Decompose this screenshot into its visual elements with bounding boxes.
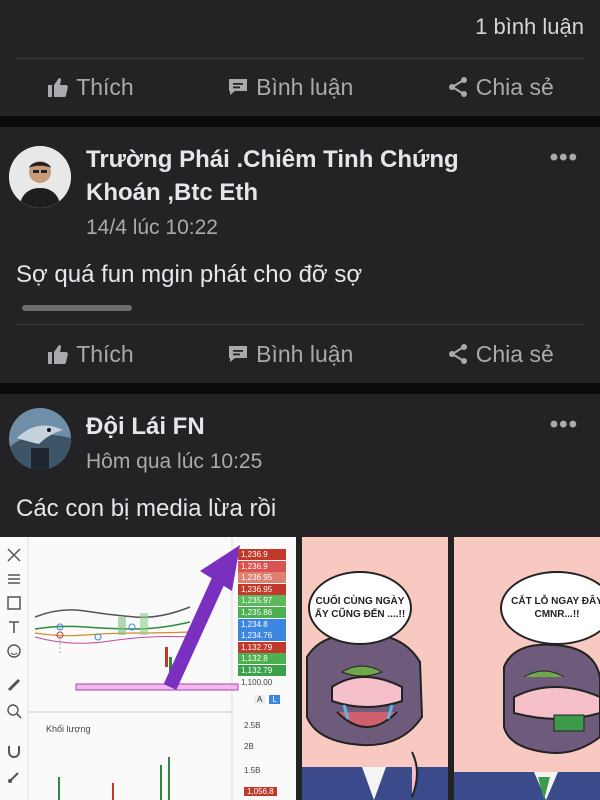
price-label: 1,132.79 [238,665,286,676]
lines-tool-icon[interactable] [6,571,22,587]
more-options-icon[interactable]: ••• [550,411,578,439]
share-label: Chia sẻ [475,73,554,100]
comic-panel-2: CẮT LỖ NGAY ĐÂY CMNR...!! [454,537,600,800]
share-icon [448,344,467,364]
price-label: 1,235.86 [238,607,286,618]
avatar[interactable] [9,146,71,208]
volume-tick: 1.5B [244,766,261,775]
text-tool-icon[interactable] [6,619,22,635]
volume-label: Khối lượng [46,724,91,734]
share-icon [448,77,467,97]
price-badge: 1,056.8 [244,787,277,796]
zoom-tool-icon[interactable] [6,703,22,719]
price-label: 1,236.9 [238,560,286,572]
lock-tool-icon[interactable] [6,769,22,785]
ruler-tool-icon[interactable] [6,677,22,693]
post-actions: Thích Bình luận Chia sẻ [0,330,600,378]
price-label: 1,234.76 [238,630,286,642]
post-text: Sợ quá fun mgin phát cho đỡ sợ [16,261,363,288]
price-label: 1,235.97 [238,595,286,607]
comic-panel-1: CUỐI CÙNG NGÀY ẤY CŨNG ĐẾN ....!! [302,537,448,800]
author-name-line1: Trường Phái .Chiêm Tinh Chứng [86,146,459,173]
magnet-tool-icon[interactable] [6,743,22,759]
post-actions: Thích Bình luận Chia sẻ [0,63,600,111]
speech-bubble: CUỐI CÙNG NGÀY ẤY CŨNG ĐẾN ....!! [308,571,412,645]
like-label: Thích [76,340,134,367]
divider [16,58,584,59]
comment-icon [229,79,248,95]
share-button[interactable]: Chia sẻ [446,74,554,101]
like-label: Thích [76,73,134,100]
like-button[interactable]: Thích [46,341,134,368]
post-separator [0,383,600,394]
volume-tick: 2.5B [244,721,261,730]
like-button[interactable]: Thích [46,74,134,101]
price-label: 1,132.8 [238,653,286,665]
rectangle-tool-icon[interactable] [6,595,22,611]
post-text: Các con bị media lừa rồi [16,495,277,522]
avatar-photo [9,408,71,470]
post-card-top: 1 bình luận Thích Bình luận Chia sẻ [0,0,600,116]
price-label: 1,236.9 [238,549,286,560]
avatar-photo [9,146,71,208]
price-label: 1,234.8 [238,618,286,630]
comment-button[interactable]: Bình luận [226,341,353,368]
auto-scale-button[interactable]: A [254,695,266,704]
author-name[interactable]: Đội Lái FN [86,410,205,443]
post-timestamp[interactable]: 14/4 lúc 10:22 [86,216,218,240]
crosshair-tool-icon[interactable] [6,547,22,563]
chart-buttons: A L [254,695,280,704]
thumbs-up-icon [48,78,69,98]
divider [16,324,584,325]
price-label: 1,100.00 [241,677,273,687]
comment-label: Bình luận [256,73,354,100]
stock-chart-image[interactable]: Khối lượng 1,236.9 1,236.9 1,236.95 1,236.9… [0,537,296,800]
more-options-icon[interactable]: ••• [550,144,578,172]
thumbs-up-icon [48,345,69,365]
comment-icon [229,346,248,362]
post-attachments[interactable]: Khối lượng 1,236.9 1,236.9 1,236.95 1,236.9… [0,537,600,800]
post-timestamp[interactable]: Hôm qua lúc 10:25 [86,450,262,474]
avatar[interactable] [9,408,71,470]
price-label: 1,236.95 [238,583,286,595]
author-name[interactable]: Trường Phái .Chiêm Tinh Chứng Khoán ,Btc… [86,143,459,209]
comment-button[interactable]: Bình luận [226,74,353,101]
price-label: 1,236.95 [238,572,286,584]
log-scale-button[interactable]: L [269,695,280,704]
share-label: Chia sẻ [475,340,554,367]
share-button[interactable]: Chia sẻ [446,341,554,368]
comment-label: Bình luận [256,340,354,367]
post-separator [0,116,600,127]
author-name-line2: Khoán ,Btc Eth [86,179,258,206]
price-label: 1,132.79 [238,641,286,653]
emoji-tool-icon[interactable] [6,643,22,659]
post-card-1: Trường Phái .Chiêm Tinh Chứng Khoán ,Btc… [0,127,600,383]
link-preview-strip [22,305,132,311]
comment-count[interactable]: 1 bình luận [475,14,584,40]
volume-tick: 2B [244,742,254,751]
